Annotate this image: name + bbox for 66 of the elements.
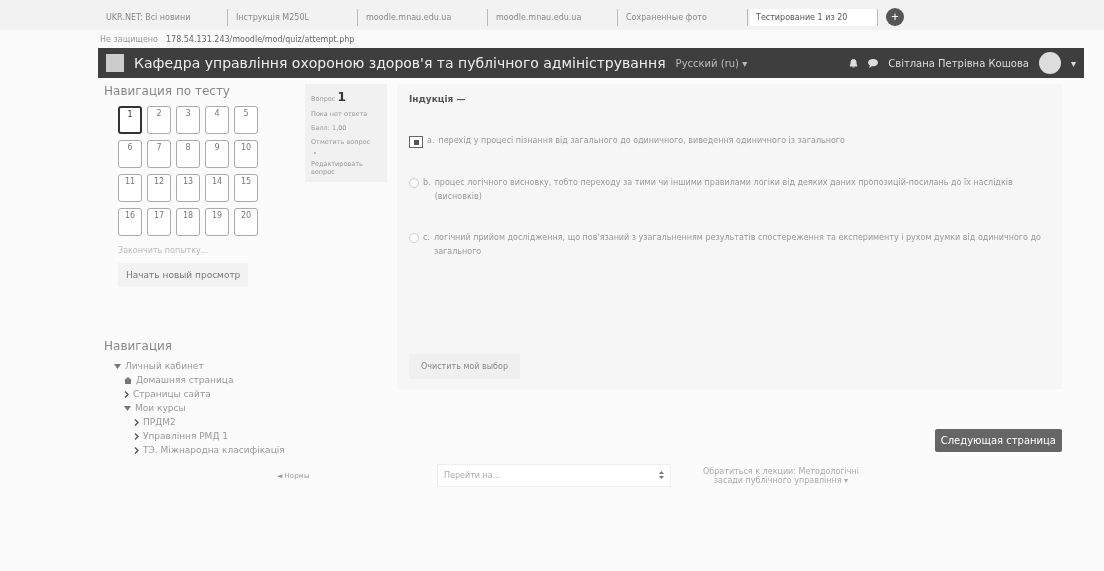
browser-tab[interactable]: moodle.mnau.edu.ua	[360, 8, 488, 26]
clear-choice-link[interactable]: Очистить мой выбор	[409, 354, 520, 379]
site-title[interactable]: Кафедра управління охороною здоров'я та публічного адміністрування	[134, 55, 666, 71]
question-button[interactable]: 7	[147, 140, 171, 168]
question-button[interactable]: 5	[234, 106, 258, 134]
question-button[interactable]: 11	[118, 174, 142, 202]
caret-icon[interactable]: ▾	[1070, 57, 1076, 69]
home-icon	[124, 376, 132, 384]
restart-button[interactable]: Начать новый просмотр	[118, 263, 249, 287]
chevron-right-icon[interactable]	[124, 390, 129, 398]
question-button[interactable]: 15	[234, 174, 258, 202]
question-button[interactable]: 19	[205, 208, 229, 236]
new-tab-button[interactable]: +	[886, 8, 904, 26]
select-arrows-icon	[659, 471, 664, 479]
block-title: Навигация по тесту	[104, 84, 231, 98]
logo-icon	[106, 54, 124, 72]
answer-letter: c.	[423, 232, 430, 245]
nav-item[interactable]: Страницы сайта	[133, 389, 211, 399]
answer-letter: a.	[427, 135, 435, 147]
question-button[interactable]: 14	[205, 174, 229, 202]
question-button[interactable]: 20	[234, 208, 258, 236]
chevron-right-icon[interactable]	[134, 446, 139, 454]
question-button[interactable]: 16	[118, 208, 142, 236]
nav-item[interactable]: Мои курсы	[135, 403, 186, 413]
block-title: Навигация	[104, 339, 174, 353]
avatar-icon[interactable]	[1038, 52, 1061, 74]
question-button[interactable]: 13	[176, 174, 200, 202]
question-button[interactable]: 1	[118, 106, 142, 134]
question-button[interactable]: 8	[176, 140, 200, 168]
question-button[interactable]: 12	[147, 174, 171, 202]
browser-tab[interactable]: UKR.NET: Всі новини	[100, 8, 228, 26]
browser-tab[interactable]: Тестирование 1 из 20	[750, 8, 878, 26]
nav-item[interactable]: ПРДМ2	[143, 417, 176, 427]
address-bar[interactable]: 178.54.131.243/moodle/mod/quiz/attempt.php	[165, 34, 355, 44]
chevron-right-icon[interactable]	[134, 432, 139, 440]
jump-to-select[interactable]: Перейти на...	[437, 464, 671, 487]
nav-item[interactable]: Домашняя страница	[136, 375, 234, 385]
chat-icon[interactable]	[868, 58, 879, 68]
caret-down-icon[interactable]	[114, 363, 121, 369]
question-text: Індукція —	[409, 94, 467, 104]
nav-item[interactable]: ТЭ. Міжнародна класифікація	[143, 445, 285, 455]
radio-button[interactable]	[409, 136, 423, 148]
chevron-right-icon[interactable]	[134, 418, 139, 426]
answer-letter: b.	[423, 177, 431, 189]
question-button[interactable]: 9	[205, 140, 229, 168]
language-menu[interactable]: Русский (ru) ▾	[675, 57, 840, 69]
nav-item[interactable]: Управління РМД 1	[143, 431, 228, 441]
browser-tab[interactable]: Інструкція M250L	[230, 8, 358, 26]
question-button[interactable]: 17	[147, 208, 171, 236]
question-button[interactable]: 6	[118, 140, 142, 168]
question-button[interactable]: 10	[234, 140, 258, 168]
question-button[interactable]: 3	[176, 106, 200, 134]
bell-icon[interactable]	[849, 58, 859, 68]
browser-tab[interactable]: Сохраненные фото	[620, 8, 748, 26]
question-button[interactable]: 18	[176, 208, 200, 236]
caret-down-icon[interactable]	[124, 405, 131, 411]
answer-text[interactable]: перехід у процесі пізнання від загального до одиничного, виведення одиничного із загального	[438, 134, 845, 148]
answer-text[interactable]: логічний прийом дослідження, що пов'язаний з узагальненням результатів спостереження та експерименту і рухом думки від одиничного до загального	[433, 231, 1050, 259]
answer-text[interactable]: процес логічного висновку, тобто переходу за тими чи іншими правилами логіки від деяких даних пропозицій-посилань до їх наслідків (висновків)	[434, 176, 1050, 204]
next-page-button[interactable]: Следующая страница	[934, 429, 1062, 452]
question-button[interactable]: 2	[147, 106, 171, 134]
question-button[interactable]: 4	[205, 106, 229, 134]
browser-tab[interactable]: moodle.mnau.edu.ua	[490, 8, 618, 26]
security-label: Не защищено	[100, 34, 158, 44]
nav-item[interactable]: Личный кабинет	[125, 361, 204, 371]
user-name[interactable]: Світлана Петрівна Кошова	[888, 57, 1029, 69]
